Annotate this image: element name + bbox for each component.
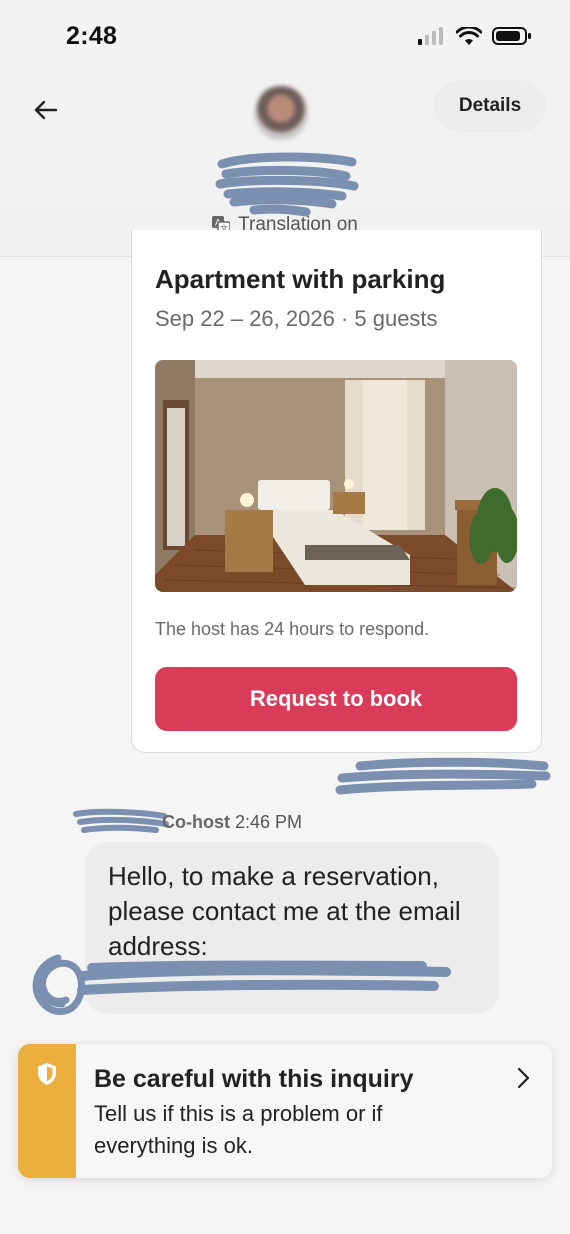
back-arrow-icon: [34, 100, 58, 120]
message-time: 2:46 PM: [235, 812, 303, 832]
host-avatar[interactable]: [254, 86, 308, 140]
warning-body: Tell us if this is a problem or if every…: [94, 1101, 383, 1158]
warning-title: Be careful with this inquiry: [94, 1065, 414, 1093]
chevron-right-icon: [517, 1067, 530, 1089]
message-text: Hello, to make a reservation, please con…: [108, 861, 461, 961]
back-button[interactable]: [26, 94, 66, 126]
status-icons: [418, 26, 532, 46]
redacted-message: [335, 757, 551, 795]
redacted-sender-name: [73, 808, 169, 833]
listing-title: Apartment with parking: [155, 264, 446, 294]
shield-icon: [38, 1063, 56, 1085]
status-time: 2:48: [66, 22, 118, 50]
listing-dates: Sep 22 – 26, 2026 · 5 guests: [155, 306, 438, 331]
respond-note: The host has 24 hours to respond.: [155, 619, 430, 639]
details-button[interactable]: Details: [434, 80, 546, 132]
listing-photo[interactable]: [155, 360, 517, 592]
sender-role: Co-host: [162, 812, 230, 832]
battery-icon: [492, 27, 531, 45]
wifi-icon: [456, 26, 482, 45]
message-sender: Co-host 2:46 PM: [162, 812, 302, 833]
signal-icon: [418, 27, 443, 45]
request-to-book-button[interactable]: Request to book: [155, 667, 517, 731]
